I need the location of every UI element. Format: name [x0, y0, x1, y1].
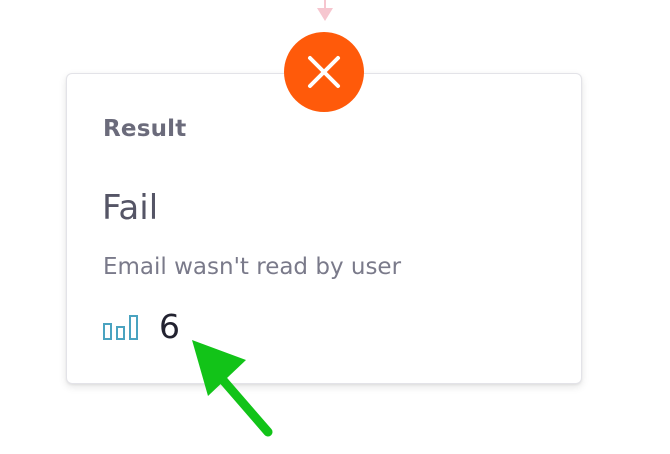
result-outcome: Fail [102, 188, 159, 228]
status-badge [284, 32, 364, 112]
close-icon [308, 56, 340, 88]
arrow-down-icon [317, 0, 333, 21]
stats-count: 6 [159, 306, 180, 346]
result-heading: Result [103, 116, 187, 142]
stats-row[interactable]: 6 [103, 306, 180, 346]
green-arrow-icon [192, 340, 273, 437]
bar-chart-icon [103, 314, 138, 340]
workflow-canvas: Result Fail Email wasn't read by user 6 [0, 0, 670, 454]
result-description: Email wasn't read by user [103, 254, 402, 280]
